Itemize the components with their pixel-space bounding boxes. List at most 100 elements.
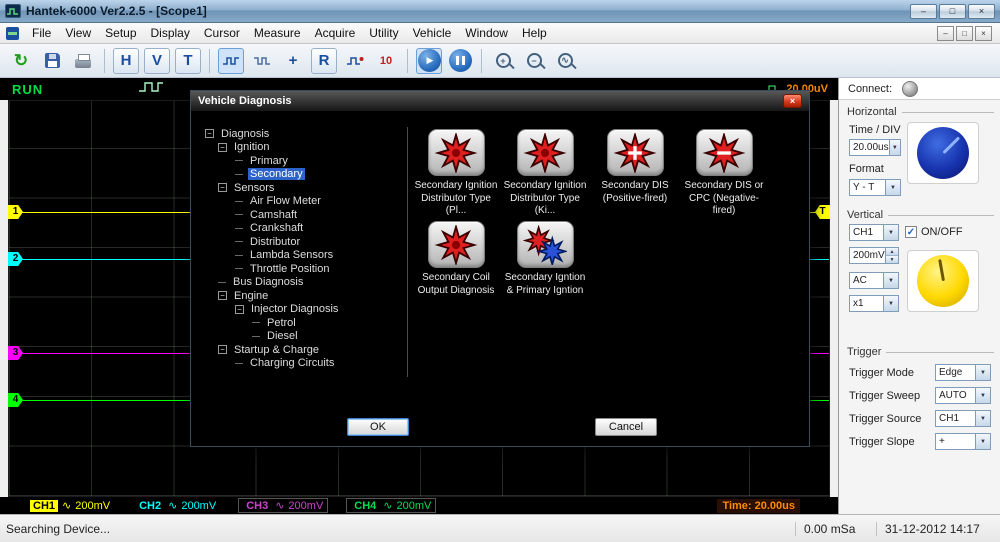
mdi-close-icon[interactable]: ×	[975, 26, 992, 41]
app-window: Hantek-6000 Ver2.2.5 - [Scope1] – □ × Fi…	[0, 0, 1000, 542]
tree-item-throttle-position[interactable]: Throttle Position	[199, 262, 407, 276]
onoff-label: ON/OFF	[921, 226, 963, 238]
tree-item-distributor[interactable]: Distributor	[199, 235, 407, 249]
collapse-icon[interactable]	[205, 129, 214, 138]
tree-item-crankshaft[interactable]: Crankshaft	[199, 222, 407, 236]
tree-item-diesel[interactable]: Diesel	[199, 330, 407, 344]
reference-wave-button[interactable]: R	[311, 48, 337, 74]
close-icon[interactable]: ×	[968, 4, 995, 19]
collapse-icon[interactable]	[218, 291, 227, 300]
ch1-status[interactable]: CH1 ∿ 200mV	[26, 499, 114, 512]
menu-view[interactable]: View	[58, 24, 98, 42]
mdi-minimize-icon[interactable]: –	[937, 26, 954, 41]
title-bar[interactable]: Hantek-6000 Ver2.2.5 - [Scope1] – □ ×	[0, 0, 1000, 23]
menu-file[interactable]: File	[25, 24, 58, 42]
zoom-out-icon[interactable]: −	[521, 48, 547, 74]
tree-item-engine[interactable]: Engine	[199, 289, 407, 303]
menu-help[interactable]: Help	[515, 24, 554, 42]
collapse-icon[interactable]	[218, 143, 227, 152]
tile-secondary-coil-output[interactable]: Secondary Coil Output Diagnosis	[411, 221, 501, 297]
tree-item-air-flow-meter[interactable]: Air Flow Meter	[199, 195, 407, 209]
timebase-knob[interactable]	[917, 127, 969, 179]
collapse-icon[interactable]	[218, 183, 227, 192]
menu-setup[interactable]: Setup	[98, 24, 143, 42]
connect-indicator[interactable]	[902, 81, 918, 97]
ch4-status[interactable]: CH4 ∿ 200mV	[346, 498, 436, 513]
collapse-icon[interactable]	[235, 305, 244, 314]
zoom-in-icon[interactable]: +	[490, 48, 516, 74]
menu-acquire[interactable]: Acquire	[308, 24, 363, 42]
menu-display[interactable]: Display	[144, 24, 197, 42]
ch3-position-marker[interactable]: 3	[8, 346, 23, 360]
tree-item-diagnosis[interactable]: Diagnosis	[199, 127, 407, 141]
pause-button[interactable]	[447, 48, 473, 74]
save-icon[interactable]	[39, 48, 65, 74]
tile-label: Secondary DIS or CPC (Negative-fired)	[679, 180, 769, 218]
coupling-select[interactable]: AC	[849, 272, 899, 289]
dialog-title-bar[interactable]: Vehicle Diagnosis ×	[191, 91, 809, 111]
tree-item-startup-charge[interactable]: Startup & Charge	[199, 343, 407, 357]
volts-knob[interactable]	[917, 255, 969, 307]
menu-utility[interactable]: Utility	[362, 24, 405, 42]
tile-secondary-dis-negative[interactable]: Secondary DIS or CPC (Negative-fired)	[679, 129, 769, 218]
tree-item-sensors[interactable]: Sensors	[199, 181, 407, 195]
tree-item-secondary[interactable]: Secondary	[199, 168, 407, 182]
format-select[interactable]: Y - T	[849, 179, 901, 196]
tile-secondary-distributor-pl[interactable]: Secondary Ignition Distributor Type (Pl.…	[411, 129, 501, 218]
tree-item-ignition[interactable]: Ignition	[199, 141, 407, 155]
ch2-status[interactable]: CH2 ∿ 200mV	[132, 499, 220, 512]
cancel-button[interactable]: Cancel	[595, 418, 657, 436]
volts-div-stepper[interactable]: 200mV ▲▼	[849, 247, 899, 264]
tile-secondary-dis-positive[interactable]: Secondary DIS (Positive-fired)	[590, 129, 680, 205]
datetime: 31-12-2012 14:17	[876, 522, 980, 536]
tree-item-lambda-sensors[interactable]: Lambda Sensors	[199, 249, 407, 263]
collapse-icon[interactable]	[218, 345, 227, 354]
record-wave-icon[interactable]	[342, 48, 368, 74]
trigger-level-marker[interactable]: T	[815, 205, 830, 219]
probe-select[interactable]: x1	[849, 295, 899, 312]
tree-item-camshaft[interactable]: Camshaft	[199, 208, 407, 222]
zoom-wave-icon[interactable]: ∿	[552, 48, 578, 74]
dialog-title: Vehicle Diagnosis	[198, 95, 292, 107]
stepper-arrows-icon[interactable]: ▲▼	[885, 248, 898, 263]
checkbox-check-icon[interactable]: ✓	[905, 226, 917, 238]
time-div-select[interactable]: 20.00us	[849, 139, 901, 156]
mdi-restore-icon[interactable]: □	[956, 26, 973, 41]
menu-vehicle[interactable]: Vehicle	[406, 24, 459, 42]
probe-x10-button[interactable]: 10	[373, 48, 399, 74]
ch2-position-marker[interactable]: 2	[8, 252, 23, 266]
menu-cursor[interactable]: Cursor	[197, 24, 247, 42]
tree-item-petrol[interactable]: Petrol	[199, 316, 407, 330]
channel-onoff[interactable]: ✓ ON/OFF	[905, 226, 963, 238]
horizontal-menu-button[interactable]: H	[113, 48, 139, 74]
tile-secondary-and-primary[interactable]: Secondary Igntion & Primary Igntion	[500, 221, 590, 297]
ch3-status[interactable]: CH3 ∿ 200mV	[238, 498, 328, 513]
minimize-icon[interactable]: –	[910, 4, 937, 19]
ch4-position-marker[interactable]: 4	[8, 393, 23, 407]
measure-crosshair-icon[interactable]: +	[280, 48, 306, 74]
vertical-menu-button[interactable]: V	[144, 48, 170, 74]
ok-button[interactable]: OK	[347, 418, 409, 436]
maximize-icon[interactable]: □	[939, 4, 966, 19]
waveform-list-icon[interactable]	[249, 48, 275, 74]
waveform-display-icon[interactable]	[218, 48, 244, 74]
menu-measure[interactable]: Measure	[247, 24, 308, 42]
trigger-mode-select[interactable]: Edge	[935, 364, 991, 381]
tree-item-charging-circuits[interactable]: Charging Circuits	[199, 357, 407, 371]
trigger-menu-button[interactable]: T	[175, 48, 201, 74]
menu-window[interactable]: Window	[458, 24, 515, 42]
tree-item-injector-diagnosis[interactable]: Injector Diagnosis	[199, 303, 407, 317]
timebase-readout: Time: 20.00us	[717, 499, 800, 513]
play-button[interactable]: ▶	[416, 48, 442, 74]
tree-item-primary[interactable]: Primary	[199, 154, 407, 168]
trigger-source-select[interactable]: CH1	[935, 410, 991, 427]
tree-item-bus-diagnosis[interactable]: Bus Diagnosis	[199, 276, 407, 290]
dialog-close-icon[interactable]: ×	[783, 94, 802, 108]
channel-select[interactable]: CH1	[849, 224, 899, 241]
print-icon[interactable]	[70, 48, 96, 74]
tile-secondary-distributor-ki[interactable]: Secondary Ignition Distributor Type (Ki.…	[500, 129, 590, 218]
ch1-position-marker[interactable]: 1	[8, 205, 23, 219]
trigger-sweep-select[interactable]: AUTO	[935, 387, 991, 404]
refresh-icon[interactable]: ↻	[8, 48, 34, 74]
trigger-slope-select[interactable]: +	[935, 433, 991, 450]
